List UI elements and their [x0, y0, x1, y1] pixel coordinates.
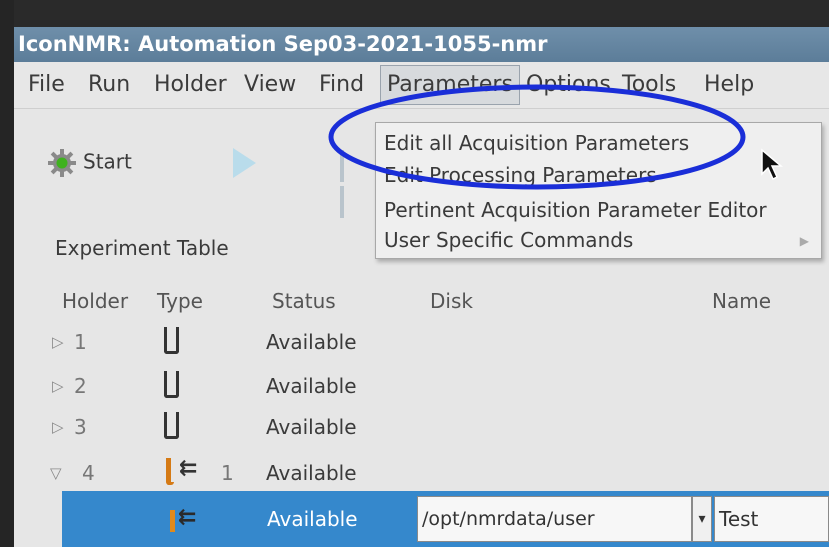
col-header-disk: Disk: [430, 289, 473, 313]
table-row[interactable]: ▽ 4 ⇇ 1 Available: [14, 452, 829, 496]
menu-view[interactable]: View: [244, 62, 296, 108]
menu-run[interactable]: Run: [88, 62, 130, 108]
status-text: Available: [266, 374, 357, 398]
collapse-arrow-icon[interactable]: ▽: [50, 464, 62, 482]
expand-arrow-icon[interactable]: ▷: [52, 418, 64, 436]
col-header-name: Name: [712, 289, 772, 313]
menu-holder[interactable]: Holder: [154, 62, 227, 108]
holder-number: 4: [82, 461, 95, 485]
tube-icon: [166, 458, 174, 485]
menu-parameters[interactable]: Parameters: [380, 65, 520, 105]
status-text: Available: [267, 507, 358, 531]
monitor-bezel-left: [0, 0, 14, 547]
menu-help[interactable]: Help: [704, 62, 754, 108]
menu-options[interactable]: Options: [526, 62, 611, 108]
menu-item-edit-all-acquisition-parameters[interactable]: Edit all Acquisition Parameters: [384, 131, 689, 155]
start-label: Start: [83, 149, 132, 174]
gear-icon: [48, 149, 76, 177]
menu-bar: File Run Holder View Find Parameters Opt…: [14, 62, 829, 109]
pause-icon[interactable]: [340, 150, 352, 218]
holder-number: 1: [74, 330, 87, 354]
table-row[interactable]: ▷ 3 Available: [14, 406, 829, 450]
status-text: Available: [266, 415, 357, 439]
menu-tools[interactable]: Tools: [622, 62, 676, 108]
menu-item-pertinent-acquisition-parameter-editor[interactable]: Pertinent Acquisition Parameter Editor: [384, 198, 767, 222]
experiment-arrows-icon: ⇇: [179, 456, 198, 481]
parameters-dropdown-menu: Edit all Acquisition Parameters Edit Pro…: [375, 122, 822, 259]
start-button[interactable]: Start: [47, 148, 132, 178]
tube-icon: [170, 510, 178, 532]
expand-arrow-icon[interactable]: ▷: [52, 377, 64, 395]
experiment-count: 1: [221, 461, 234, 485]
mouse-cursor-icon: [761, 148, 784, 181]
name-field[interactable]: Test: [714, 496, 829, 542]
experiment-table-label: Experiment Table: [55, 236, 229, 260]
menu-item-edit-processing-parameters[interactable]: Edit Processing Parameters: [384, 163, 657, 187]
col-header-holder: Holder: [62, 289, 129, 313]
table-row[interactable]: ▷ 1 Available: [14, 321, 829, 365]
menu-file[interactable]: File: [28, 62, 65, 108]
holder-number: 2: [74, 374, 87, 398]
tube-icon: [164, 412, 179, 439]
tube-icon: [164, 371, 179, 398]
experiment-arrows-icon: ⇇: [178, 505, 197, 530]
expand-arrow-icon[interactable]: ▷: [52, 333, 64, 351]
tube-icon: [164, 327, 179, 354]
menu-item-user-specific-commands[interactable]: User Specific Commands: [384, 228, 633, 252]
play-icon[interactable]: [233, 148, 256, 178]
submenu-arrow-icon: ▶: [799, 234, 809, 248]
col-header-status: Status: [272, 289, 336, 313]
menu-find[interactable]: Find: [319, 62, 364, 108]
window-title: IconNMR: Automation Sep03-2021-1055-nmr: [14, 27, 829, 62]
monitor-bezel-top: [0, 0, 829, 27]
holder-number: 3: [74, 415, 87, 439]
col-header-type: Type: [157, 289, 203, 313]
status-text: Available: [266, 461, 357, 485]
disk-dropdown-button[interactable]: ▾: [692, 496, 712, 542]
selected-experiment-row[interactable]: ⇇ Available /opt/nmrdata/user ▾ Test: [62, 491, 829, 547]
table-row[interactable]: ▷ 2 Available: [14, 365, 829, 409]
status-text: Available: [266, 330, 357, 354]
disk-field[interactable]: /opt/nmrdata/user: [417, 496, 692, 542]
